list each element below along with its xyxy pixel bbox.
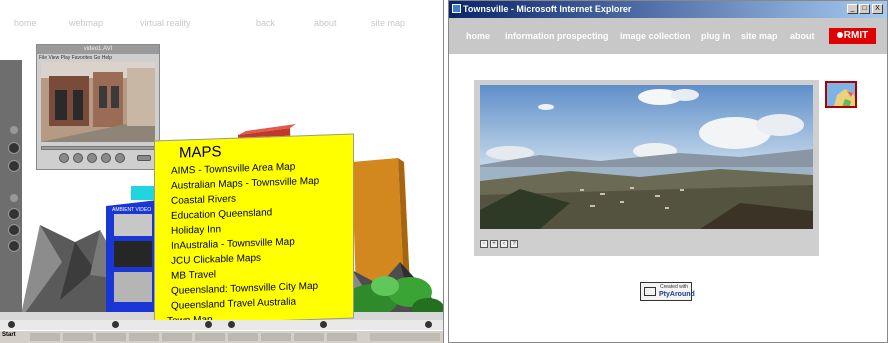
window-title: Townsville - Microsoft Internet Explorer [463, 4, 632, 14]
view-icon[interactable] [8, 321, 15, 328]
badge-line2: PtyAround [659, 291, 695, 298]
map-link[interactable]: Queensland Travel Australia [171, 297, 296, 312]
browser-window: Townsville - Microsoft Internet Explorer… [448, 0, 888, 343]
close-button[interactable]: X [872, 4, 883, 14]
restore-icon[interactable] [320, 321, 327, 328]
site-nav-bar: home information prospecting image colle… [449, 18, 887, 54]
straighten-icon[interactable] [228, 321, 235, 328]
viewer-dot-icon[interactable] [10, 194, 18, 202]
turn-icon[interactable] [8, 208, 20, 220]
video-panel-label: AMBIENT VIDEO [112, 207, 152, 213]
map-link[interactable]: Education Queensland [171, 207, 272, 222]
map-link[interactable]: MB Travel [171, 269, 216, 282]
player-title: video1.AVI [37, 45, 159, 54]
rmit-logo[interactable]: RMIT [829, 28, 876, 44]
viewer-control-bar [0, 320, 443, 330]
slide-icon[interactable] [112, 321, 119, 328]
maps-title: MAPS [179, 143, 222, 162]
tilt-icon[interactable] [205, 321, 212, 328]
player-menu[interactable]: File View Play Favorites Go Help [39, 55, 112, 61]
player-video [41, 62, 155, 142]
taskbar: Start [0, 330, 443, 343]
map-link[interactable]: Coastal Rivers [171, 194, 236, 207]
tree [371, 276, 399, 296]
vrml-world-panel[interactable]: home webmap virtual reality back about s… [0, 0, 444, 343]
zoom-in-icon[interactable]: + [490, 240, 498, 248]
media-player-window[interactable]: video1.AVI File View Play Favorites Go H… [36, 44, 160, 170]
map-link[interactable]: JCU Clickable Maps [171, 253, 261, 267]
viewer-dot-icon[interactable] [10, 126, 18, 134]
pan-icon[interactable] [8, 160, 20, 172]
map-link[interactable]: InAustralia - Townsville Map [171, 237, 295, 252]
map-link[interactable]: Australian Maps - Townsville Map [171, 176, 319, 192]
map-thumbnail[interactable] [825, 81, 857, 108]
map-link[interactable]: Holiday Inn [171, 224, 221, 237]
help-icon[interactable] [425, 321, 432, 328]
window-title-bar[interactable]: Townsville - Microsoft Internet Explorer… [449, 1, 887, 18]
maps-billboard: MAPS AIMS - Townsville Area Map Australi… [154, 133, 354, 327]
ie-icon [452, 4, 461, 13]
nav-home[interactable]: home [466, 31, 490, 41]
system-tray [370, 333, 440, 341]
nav-information-prospecting[interactable]: information prospecting [505, 31, 609, 41]
camera-icon [644, 287, 656, 296]
nav-plug-in[interactable]: plug in [701, 31, 731, 41]
nav-site-map[interactable]: site map [741, 31, 778, 41]
stop-icon[interactable] [101, 153, 111, 163]
walk-icon[interactable] [8, 142, 20, 154]
panorama-viewer[interactable]: ◦ + ‹ ? [474, 80, 819, 256]
zoom-out-icon[interactable]: ◦ [480, 240, 488, 248]
play-icon[interactable] [73, 153, 83, 163]
rmit-logo-text: RMIT [843, 30, 869, 41]
badge-line1: Created with [660, 284, 689, 290]
rewind-icon[interactable] [59, 153, 69, 163]
left-viewer-strip [0, 60, 22, 320]
roll-icon[interactable] [8, 224, 20, 236]
maximize-button[interactable]: □ [859, 4, 870, 14]
forward-icon[interactable] [115, 153, 125, 163]
start-button[interactable]: Start [2, 332, 16, 338]
player-seek-bar[interactable] [41, 146, 155, 150]
goto-icon[interactable] [8, 240, 20, 252]
pan-icon[interactable]: ‹ [500, 240, 508, 248]
nav-image-collection[interactable]: image collection [620, 31, 691, 41]
volume-slider[interactable] [137, 155, 151, 161]
minimize-button[interactable]: _ [847, 4, 858, 14]
nav-about[interactable]: about [790, 31, 815, 41]
taskbar-buttons[interactable] [30, 333, 360, 341]
map-link[interactable]: AIMS - Townsville Area Map [171, 162, 295, 177]
ptyaround-badge[interactable]: Created with PtyAround [640, 282, 695, 301]
map-link[interactable]: Queensland: Townsville City Map [171, 281, 318, 297]
pause-icon[interactable] [87, 153, 97, 163]
panorama-image[interactable] [480, 85, 813, 229]
help-icon[interactable]: ? [510, 240, 518, 248]
